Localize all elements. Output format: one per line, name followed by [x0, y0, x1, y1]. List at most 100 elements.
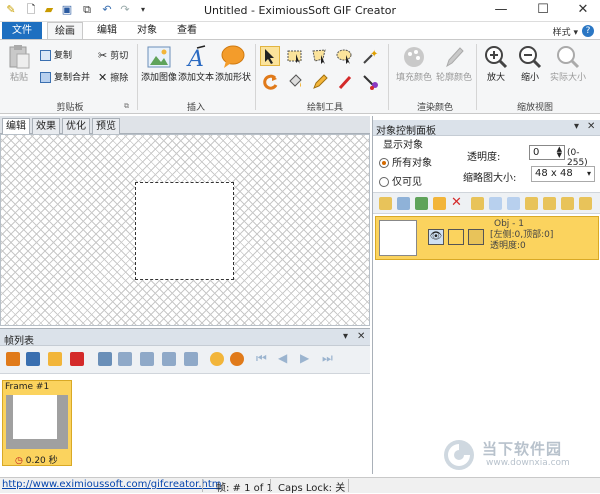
add-shape-button[interactable]: 添加形状	[215, 44, 251, 83]
clock-icon: ◷	[15, 456, 23, 466]
bring-front-icon[interactable]	[561, 197, 574, 210]
color-pick-tool[interactable]	[360, 72, 380, 92]
zoom-in-button[interactable]: 放大	[480, 44, 512, 83]
website-link[interactable]: http://www.eximioussoft.com/gifcreator.h…	[2, 479, 222, 490]
frame-settings-icon[interactable]	[210, 352, 224, 366]
delete-frame-icon[interactable]	[70, 352, 84, 366]
minimize-button[interactable]: —	[486, 1, 516, 19]
tab-file[interactable]: 文件	[2, 22, 42, 39]
object-tool-icon[interactable]	[471, 197, 484, 210]
duplicate-frame-icon[interactable]	[48, 352, 62, 366]
rect-select-tool[interactable]	[285, 46, 305, 66]
bring-forward-icon[interactable]	[525, 197, 538, 210]
tab-edit[interactable]: 编辑	[92, 22, 122, 39]
radio-visible-only[interactable]: 仅可见	[379, 173, 459, 188]
add-frame-icon[interactable]	[6, 352, 20, 366]
new-object-icon[interactable]	[379, 197, 392, 210]
help-icon[interactable]: ?	[582, 25, 594, 37]
tab-edit-workspace[interactable]: 编辑	[2, 118, 30, 134]
tab-draw[interactable]: 绘画	[47, 22, 83, 39]
cut-button[interactable]: ✂ 剪切	[98, 48, 128, 64]
spinner-arrows-icon[interactable]: ▲ ▼	[557, 146, 562, 159]
pencil-tool[interactable]	[310, 72, 330, 92]
zoom-out-button[interactable]: 缩小	[514, 44, 546, 83]
thumb-size-select[interactable]: 48 x 48 ▾	[531, 166, 595, 182]
insert-frame-icon[interactable]	[26, 352, 40, 366]
send-backward-icon[interactable]	[543, 197, 556, 210]
prev-frame-icon[interactable]: ◀	[278, 351, 287, 365]
tab-view[interactable]: 查看	[172, 22, 202, 39]
brush-tool[interactable]	[335, 72, 355, 92]
add-image-button[interactable]: 添加图像	[141, 44, 177, 83]
frame-tool-icon[interactable]	[98, 352, 112, 366]
frames-panel-pin[interactable]: ▾	[343, 331, 348, 342]
frames-panel-close[interactable]: ✕	[357, 331, 365, 342]
object-panel-close[interactable]: ✕	[587, 121, 595, 132]
scissors-icon: ✂	[98, 49, 108, 62]
fill-color-button[interactable]: 填充颜色	[394, 44, 434, 83]
dialog-launcher-icon[interactable]: ⧉	[124, 102, 129, 111]
tab-effects[interactable]: 效果	[32, 118, 60, 134]
tab-object[interactable]: 对象	[132, 22, 162, 39]
lock-toggle-icon[interactable]	[448, 229, 464, 245]
paste-object-icon[interactable]	[415, 197, 428, 210]
color-wand-icon	[363, 75, 378, 90]
add-image-label: 添加图像	[141, 73, 178, 83]
frame-thumbnail	[13, 395, 57, 439]
object-opacity: 透明度:0	[490, 241, 526, 251]
canvas-image[interactable]	[135, 182, 234, 280]
frame-tool-icon[interactable]	[140, 352, 154, 366]
paste-button[interactable]: 粘贴	[4, 44, 34, 83]
copy-object-icon[interactable]	[397, 197, 410, 210]
image-icon	[147, 46, 171, 68]
frame-delay[interactable]: ◷ 0.20 秒	[15, 453, 58, 466]
frame-name: Frame #1	[5, 382, 50, 392]
first-frame-icon[interactable]: ⏮	[256, 351, 267, 366]
tab-optimize[interactable]: 优化	[62, 118, 90, 134]
frame-tool-icon[interactable]	[184, 352, 198, 366]
erase-button[interactable]: ✕ 擦除	[98, 70, 128, 86]
radio-icon	[379, 177, 389, 187]
arrow-cursor-icon	[265, 49, 274, 64]
copy-merge-button[interactable]: 复制合并	[40, 70, 90, 86]
object-list-item[interactable]: 👁 Obj - 1 [左侧:0,顶部:0] 透明度:0	[375, 216, 599, 260]
add-text-button[interactable]: A 添加文本	[178, 44, 214, 83]
frame-tool-icon[interactable]	[118, 352, 132, 366]
object-toolbar: ✕	[373, 192, 600, 214]
fill-bucket-tool[interactable]	[285, 72, 305, 92]
ellipse-select-tool[interactable]	[335, 46, 355, 66]
frames-panel-header: 帧列表 ▾ ✕	[0, 328, 370, 347]
paint-bucket-icon	[289, 74, 302, 87]
opacity-input[interactable]: 0 ▲ ▼	[529, 145, 565, 160]
edit-object-icon[interactable]	[433, 197, 446, 210]
frame-delay-icon[interactable]	[230, 352, 244, 366]
object-panel-pin[interactable]: ▾	[574, 121, 579, 132]
copy-button[interactable]: 复制	[40, 48, 72, 64]
magic-wand-tool[interactable]: ✦	[360, 46, 380, 66]
paste-icon	[9, 45, 30, 69]
tab-preview[interactable]: 预览	[92, 118, 120, 134]
actual-size-button[interactable]: 实际大小	[546, 44, 590, 83]
frame-tool-icon[interactable]	[162, 352, 176, 366]
object-tool-icon[interactable]	[489, 197, 502, 210]
delete-object-icon[interactable]: ✕	[451, 195, 462, 210]
close-button[interactable]: ✕	[568, 1, 598, 19]
style-menu[interactable]: 样式 ▾	[553, 25, 578, 38]
last-frame-icon[interactable]: ⏭	[322, 351, 333, 366]
opacity-range: (0-255)	[567, 148, 588, 168]
zoom-out-label: 缩小	[520, 73, 539, 83]
select-tool[interactable]	[260, 46, 280, 66]
outline-color-button[interactable]: 轮廓颜色	[434, 44, 474, 83]
frame-item[interactable]: Frame #1 ◷ 0.20 秒	[2, 380, 72, 466]
fill-color-label: 填充颜色	[395, 73, 432, 83]
eye-visibility-icon[interactable]: 👁	[428, 229, 444, 245]
next-frame-icon[interactable]: ▶	[300, 351, 309, 365]
radio-all-objects[interactable]: 所有对象	[379, 154, 459, 169]
lasso-tool[interactable]	[310, 46, 330, 66]
all-objects-label: 所有对象	[392, 158, 432, 169]
object-tool-icon[interactable]	[507, 197, 520, 210]
maximize-button[interactable]: ☐	[528, 1, 558, 19]
canvas-area[interactable]	[0, 134, 370, 326]
send-back-icon[interactable]	[579, 197, 592, 210]
rotate-tool[interactable]	[260, 72, 280, 92]
